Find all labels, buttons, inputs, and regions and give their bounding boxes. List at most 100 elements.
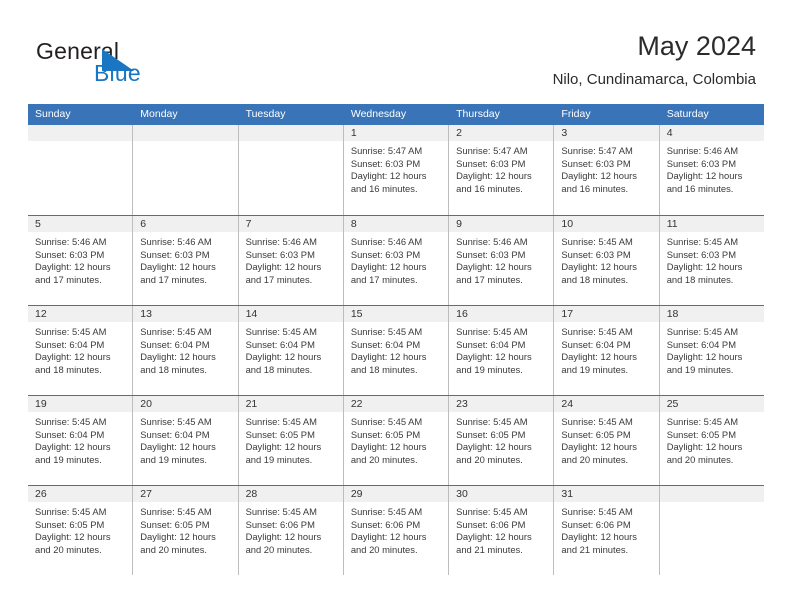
day-sun-info: Sunrise: 5:45 AM Sunset: 6:03 PM Daylight:… (660, 232, 764, 286)
day-sun-info: Sunrise: 5:45 AM Sunset: 6:03 PM Daylight:… (554, 232, 658, 286)
day-cell[interactable]: 21 Sunrise: 5:45 AM Sunset: 6:05 PM Dayligh… (238, 396, 344, 485)
sunrise-text: Sunrise: 5:45 AM (35, 506, 107, 517)
daylight-text-line1: Daylight: 12 hours (245, 531, 322, 543)
day-cell[interactable]: 16 Sunrise: 5:45 AM Sunset: 6:04 PM Dayligh… (449, 306, 555, 395)
week-row: 1 Sunrise: 5:47 AM Sunset: 6:03 PM Daylight… (28, 125, 764, 215)
daylight-text-line1: Daylight: 12 hours (350, 531, 427, 543)
daylight-text-line2: and 18 minutes. (245, 363, 313, 375)
sunset-text: Sunset: 6:06 PM (561, 518, 631, 530)
sunrise-text: Sunrise: 5:47 AM (350, 145, 423, 156)
day-sun-info: Sunrise: 5:46 AM Sunset: 6:03 PM Daylight:… (449, 232, 553, 286)
daylight-text-line1: Daylight: 12 hours (561, 261, 637, 273)
day-cell-empty (133, 125, 239, 215)
daylight-text-line2: and 17 minutes. (456, 273, 523, 285)
day-number: 22 (343, 396, 449, 412)
weeks-container: 1 Sunrise: 5:47 AM Sunset: 6:03 PM Daylight… (28, 125, 764, 575)
day-cell[interactable]: 23 Sunrise: 5:45 AM Sunset: 6:05 PM Dayligh… (449, 396, 555, 485)
day-cell[interactable]: 20 Sunrise: 5:45 AM Sunset: 6:04 PM Dayligh… (133, 396, 239, 485)
sunset-text: Sunset: 6:05 PM (666, 428, 736, 440)
day-cell[interactable]: 19 Sunrise: 5:45 AM Sunset: 6:04 PM Dayligh… (28, 396, 134, 485)
sunrise-text: Sunrise: 5:45 AM (561, 326, 633, 337)
day-cell[interactable]: 7 Sunrise: 5:46 AM Sunset: 6:03 PM Daylight… (238, 216, 344, 305)
day-cell[interactable]: 17 Sunrise: 5:45 AM Sunset: 6:04 PM Dayligh… (554, 306, 660, 395)
daylight-text-line2: and 20 minutes. (456, 453, 523, 465)
daylight-text-line1: Daylight: 12 hours (140, 351, 216, 363)
day-cell[interactable]: 30 Sunrise: 5:45 AM Sunset: 6:06 PM Dayligh… (449, 486, 555, 575)
day-cell[interactable]: 24 Sunrise: 5:45 AM Sunset: 6:05 PM Dayligh… (554, 396, 660, 485)
day-sun-info: Sunrise: 5:47 AM Sunset: 6:03 PM Daylight:… (344, 141, 448, 195)
day-cell[interactable]: 13 Sunrise: 5:45 AM Sunset: 6:04 PM Dayligh… (133, 306, 239, 395)
day-number: 27 (133, 486, 238, 502)
day-cell[interactable]: 1 Sunrise: 5:47 AM Sunset: 6:03 PM Daylight… (343, 125, 450, 215)
daylight-text-line2: and 17 minutes. (140, 273, 207, 285)
sunrise-text: Sunrise: 5:45 AM (456, 326, 528, 337)
sunrise-text: Sunrise: 5:45 AM (666, 416, 739, 427)
day-number: 10 (554, 216, 659, 232)
day-cell[interactable]: 10 Sunrise: 5:45 AM Sunset: 6:03 PM Dayligh… (554, 216, 660, 305)
day-sun-info: Sunrise: 5:45 AM Sunset: 6:06 PM Daylight:… (449, 502, 553, 556)
day-sun-info: Sunrise: 5:45 AM Sunset: 6:04 PM Daylight:… (660, 322, 764, 376)
daylight-text-line1: Daylight: 12 hours (666, 441, 743, 453)
brand-word-blue: Blue (94, 60, 141, 86)
day-cell[interactable]: 22 Sunrise: 5:45 AM Sunset: 6:05 PM Dayligh… (343, 396, 450, 485)
daylight-text-line1: Daylight: 12 hours (35, 441, 111, 453)
day-sun-info: Sunrise: 5:45 AM Sunset: 6:04 PM Daylight:… (28, 412, 132, 466)
day-sun-info: Sunrise: 5:47 AM Sunset: 6:03 PM Daylight:… (554, 141, 658, 195)
daylight-text-line2: and 17 minutes. (35, 273, 102, 285)
day-number: 20 (133, 396, 238, 412)
day-number: 16 (449, 306, 554, 322)
sunset-text: Sunset: 6:03 PM (561, 157, 631, 169)
sunrise-text: Sunrise: 5:45 AM (350, 416, 423, 427)
sunrise-text: Sunrise: 5:45 AM (245, 326, 317, 337)
day-sun-info: Sunrise: 5:45 AM Sunset: 6:04 PM Daylight:… (133, 322, 237, 376)
sunset-text: Sunset: 6:04 PM (140, 428, 210, 440)
day-sun-info: Sunrise: 5:45 AM Sunset: 6:04 PM Daylight:… (239, 322, 343, 376)
daylight-text-line2: and 20 minutes. (350, 453, 418, 465)
day-cell[interactable]: 3 Sunrise: 5:47 AM Sunset: 6:03 PM Daylight… (554, 125, 660, 215)
daylight-text-line1: Daylight: 12 hours (35, 351, 111, 363)
daylight-text-line1: Daylight: 12 hours (456, 351, 532, 363)
week-row: 19 Sunrise: 5:45 AM Sunset: 6:04 PM Dayligh… (28, 395, 764, 485)
sunrise-text: Sunrise: 5:45 AM (561, 506, 633, 517)
day-sun-info: Sunrise: 5:45 AM Sunset: 6:05 PM Daylight:… (660, 412, 764, 466)
day-cell[interactable]: 28 Sunrise: 5:45 AM Sunset: 6:06 PM Dayligh… (238, 486, 344, 575)
day-cell[interactable]: 18 Sunrise: 5:45 AM Sunset: 6:04 PM Dayligh… (659, 306, 764, 395)
day-cell[interactable]: 2 Sunrise: 5:47 AM Sunset: 6:03 PM Daylight… (449, 125, 555, 215)
sunrise-text: Sunrise: 5:45 AM (140, 326, 212, 337)
sunrise-text: Sunrise: 5:46 AM (350, 236, 423, 247)
day-cell[interactable]: 8 Sunrise: 5:46 AM Sunset: 6:03 PM Daylight… (343, 216, 450, 305)
daylight-text-line2: and 19 minutes. (35, 453, 102, 465)
day-cell[interactable]: 5 Sunrise: 5:46 AM Sunset: 6:03 PM Daylight… (28, 216, 134, 305)
daylight-text-line2: and 18 minutes. (561, 273, 629, 285)
day-cell[interactable]: 15 Sunrise: 5:45 AM Sunset: 6:04 PM Dayligh… (343, 306, 450, 395)
weekday-header-saturday: Saturday (666, 108, 709, 120)
weekday-header-friday: Friday (554, 104, 660, 125)
day-cell[interactable]: 6 Sunrise: 5:46 AM Sunset: 6:03 PM Daylight… (133, 216, 239, 305)
day-cell[interactable]: 14 Sunrise: 5:45 AM Sunset: 6:04 PM Dayligh… (238, 306, 344, 395)
sunrise-text: Sunrise: 5:45 AM (666, 326, 739, 337)
sunset-text: Sunset: 6:03 PM (666, 248, 736, 260)
sunset-text: Sunset: 6:03 PM (456, 248, 526, 260)
weekday-header-wednesday: Wednesday (344, 104, 450, 125)
daylight-text-line1: Daylight: 12 hours (666, 170, 743, 182)
daylight-text-line1: Daylight: 12 hours (350, 351, 427, 363)
daylight-text-line1: Daylight: 12 hours (35, 531, 111, 543)
day-number: 30 (449, 486, 554, 502)
day-sun-info: Sunrise: 5:45 AM Sunset: 6:05 PM Daylight:… (239, 412, 343, 466)
day-cell[interactable]: 31 Sunrise: 5:45 AM Sunset: 6:06 PM Dayligh… (554, 486, 660, 575)
sunrise-text: Sunrise: 5:47 AM (561, 145, 633, 156)
day-cell[interactable]: 12 Sunrise: 5:45 AM Sunset: 6:04 PM Dayligh… (28, 306, 134, 395)
day-cell[interactable]: 27 Sunrise: 5:45 AM Sunset: 6:05 PM Dayligh… (133, 486, 239, 575)
day-cell[interactable]: 11 Sunrise: 5:45 AM Sunset: 6:03 PM Dayligh… (659, 216, 764, 305)
day-number: 14 (238, 306, 343, 322)
brand-logo[interactable]: General Blue (36, 38, 276, 94)
day-cell[interactable]: 25 Sunrise: 5:45 AM Sunset: 6:05 PM Dayligh… (659, 396, 764, 485)
sunset-text: Sunset: 6:04 PM (350, 338, 421, 350)
day-number: 1 (343, 125, 449, 141)
day-cell[interactable]: 9 Sunrise: 5:46 AM Sunset: 6:03 PM Daylight… (449, 216, 555, 305)
day-cell[interactable]: 4 Sunrise: 5:46 AM Sunset: 6:03 PM Daylight… (659, 125, 764, 215)
day-cell[interactable]: 29 Sunrise: 5:45 AM Sunset: 6:06 PM Dayligh… (343, 486, 450, 575)
day-cell[interactable]: 26 Sunrise: 5:45 AM Sunset: 6:05 PM Dayligh… (28, 486, 134, 575)
day-cell-empty (28, 125, 134, 215)
day-number: 18 (659, 306, 764, 322)
